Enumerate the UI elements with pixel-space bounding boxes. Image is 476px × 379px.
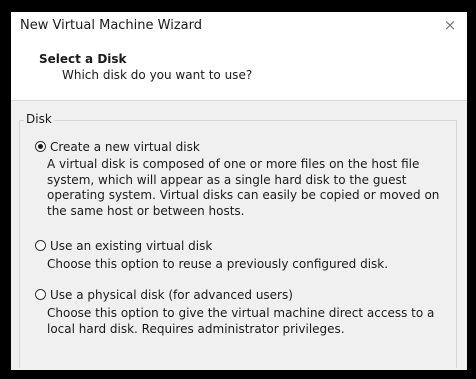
wizard-header: Select a Disk Which disk do you want to … [11, 40, 467, 101]
radio-create-new-disk[interactable] [35, 141, 46, 152]
radio-use-existing-disk[interactable] [35, 240, 46, 251]
option-description: A virtual disk is composed of one or mor… [47, 157, 440, 218]
close-icon[interactable]: × [441, 16, 459, 34]
wizard-window: New Virtual Machine Wizard × Select a Di… [11, 12, 467, 370]
title-bar: New Virtual Machine Wizard × [11, 12, 467, 40]
disk-group-label: Disk [24, 112, 54, 126]
option-label[interactable]: Create a new virtual disk [50, 140, 200, 154]
option-label[interactable]: Use a physical disk (for advanced users) [50, 288, 293, 302]
option-description: Choose this option to give the virtual m… [47, 306, 435, 336]
page-subtitle: Which disk do you want to use? [62, 68, 253, 82]
option-description: Choose this option to reuse a previously… [47, 257, 389, 271]
option-label[interactable]: Use an existing virtual disk [50, 239, 212, 253]
radio-use-physical-disk[interactable] [35, 289, 46, 300]
window-title: New Virtual Machine Wizard [20, 18, 202, 33]
page-title: Select a Disk [39, 52, 127, 66]
